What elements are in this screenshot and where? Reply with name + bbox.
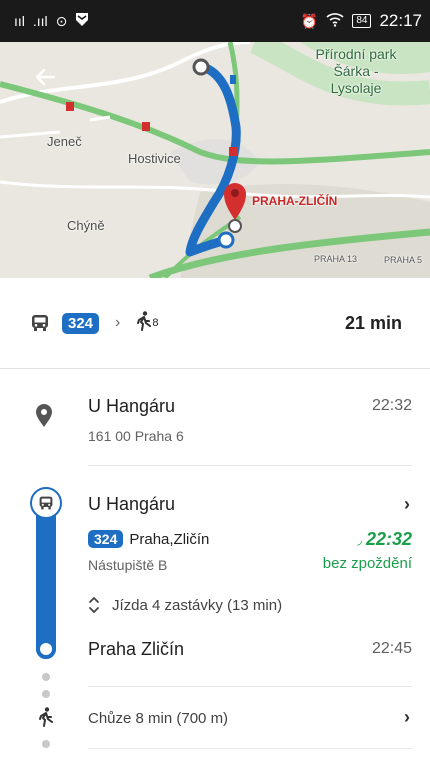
map-label-jenec: Jeneč — [47, 134, 82, 149]
line-badge: 324 — [62, 312, 100, 334]
realtime-signal-icon: ◞ — [357, 532, 362, 547]
ride-info-toggle[interactable]: Jízda 4 zastávky (13 min) — [88, 596, 282, 614]
chevron-right-icon: › — [115, 314, 121, 331]
walk-path-dot — [42, 690, 50, 698]
battery-icon: 84 — [352, 14, 372, 28]
walk-minutes: 8 — [152, 317, 159, 329]
bus-icon — [39, 496, 53, 510]
delay-status: bez zpoždění — [322, 555, 412, 572]
arrival-stop-name: Praha Zličín — [88, 639, 185, 659]
origin-stop-name: U Hangáru — [88, 396, 176, 416]
trip-duration: 21 min — [344, 312, 402, 333]
map-label-destination: PRAHA-ZLIČÍN — [252, 194, 338, 208]
wifi-icon — [326, 12, 344, 30]
walk-icon — [136, 310, 152, 336]
arrow-back-icon — [35, 68, 55, 86]
ride-info: Jízda 4 zastávky (13 min) — [112, 596, 283, 614]
line-info: 324 Praha,Zličín — [88, 530, 209, 548]
location-icon: ⊙ — [55, 12, 68, 29]
row-divider — [88, 748, 412, 749]
walk-icon — [39, 707, 53, 727]
walk-label: Chůze 8 min (700 m) — [88, 710, 229, 727]
walk-path-dot — [42, 673, 50, 681]
line-badge: 324 — [88, 530, 124, 548]
route-summary[interactable]: 324 › 8 21 min — [0, 278, 430, 368]
map-label-praha5: PRAHA 5 — [384, 255, 423, 265]
map-label-chyne: Chýně — [67, 218, 105, 233]
arrival-time: 22:45 — [371, 640, 412, 657]
alarm-icon: ⏰ — [300, 12, 319, 29]
row-divider — [88, 465, 412, 466]
signal-strength-icon: ııl — [14, 13, 25, 29]
chevron-right-icon[interactable]: › — [404, 707, 410, 728]
map-label-park: Přírodní park Šárka - Lysolaje — [315, 46, 397, 96]
walk-path-dot — [42, 740, 50, 748]
departure-stop-name: U Hangáru — [88, 494, 176, 514]
map-label-praha13: PRAHA 13 — [314, 254, 358, 264]
chevron-right-icon[interactable]: › — [404, 494, 410, 515]
status-clock: 22:17 — [379, 11, 422, 30]
back-button[interactable] — [28, 60, 62, 94]
platform-label: Nástupiště B — [88, 557, 168, 573]
bus-stop-marker — [30, 487, 62, 519]
location-pin-icon — [36, 404, 52, 427]
realtime-departure: ◞ 22:32 — [357, 529, 412, 550]
notification-icon — [75, 12, 89, 31]
route-map[interactable]: Přírodní park Šárka - Lysolaje Jeneč Hos… — [0, 42, 430, 278]
arrival-stop-marker — [36, 639, 56, 659]
section-divider — [0, 368, 430, 369]
realtime-time: 22:32 — [365, 529, 412, 549]
bus-icon — [32, 315, 48, 331]
line-direction: Praha,Zličín — [129, 530, 210, 548]
status-bar: ııl .ııl ⊙ ⏰ 84 22:17 — [0, 0, 430, 42]
map-label-hostivice: Hostivice — [128, 151, 181, 166]
origin-address: 161 00 Praha 6 — [88, 428, 184, 444]
expand-icon — [89, 596, 99, 614]
origin-time: 22:32 — [371, 397, 412, 414]
signal-strength-2-icon: .ııl — [32, 13, 48, 29]
row-divider — [88, 686, 412, 687]
